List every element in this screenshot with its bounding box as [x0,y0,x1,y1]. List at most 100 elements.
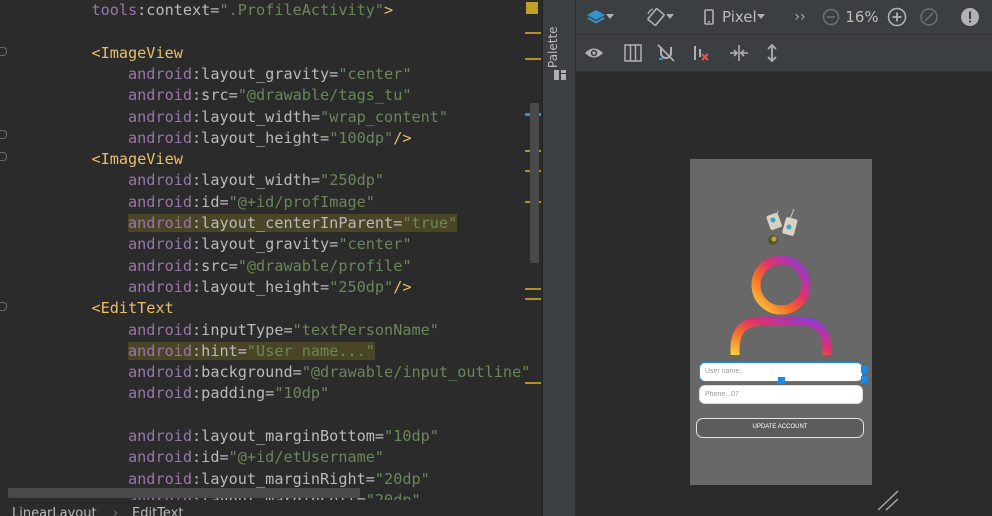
vertical-scrollbar[interactable] [530,103,539,263]
code-token: android [128,469,193,488]
code-token: tools [91,1,138,19]
code-editor[interactable]: tools:context=".ProfileActivity"> <Image… [0,0,542,516]
marker[interactable] [525,298,541,300]
resize-handle-icon[interactable] [876,489,900,511]
code-token: < [91,299,101,318]
code-text: android:src="@drawable/tags_tu" [128,86,411,104]
code-text: android:layout_gravity="center" [128,235,411,253]
blueprint-button[interactable] [621,42,645,64]
code-token: :layout_marginBottom= [192,427,385,445]
breadcrumb-linearlayout[interactable]: LinearLayout [12,500,97,516]
zoom-in-button[interactable] [886,6,908,28]
code-line[interactable]: android:layout_height="250dp"/> [0,277,411,298]
update-account-button[interactable]: UPDATE ACCOUNT [696,418,864,438]
selection-handle[interactable] [778,377,785,384]
code-line[interactable]: android:layout_gravity="center" [0,64,412,85]
phone-icon [704,9,714,25]
code-token: android [128,341,193,360]
code-text: android:layout_height="100dp"/> [128,129,411,147]
pack-horizontal-button[interactable] [727,42,751,64]
chevron-down-icon [666,14,674,19]
code-line[interactable]: <ImageView [0,43,182,64]
breadcrumb-edittext[interactable]: EditText [132,500,183,516]
orientation-button[interactable] [642,6,678,28]
code-text: android:layout_height="250dp"/> [128,278,411,296]
code-token: "@+id/etUsername" [228,448,385,467]
code-line[interactable]: android:layout_centerInParent="true" [0,213,458,234]
code-token: "10dp" [384,427,439,445]
marker[interactable] [525,58,541,60]
palette-tab[interactable]: Palette [546,18,574,68]
code-line[interactable]: android:src="@drawable/profile" [0,256,411,277]
code-line[interactable]: android:layout_marginBottom="10dp" [0,426,439,447]
code-line[interactable]: <EditText [0,298,173,319]
code-line[interactable]: <ImageView [0,149,183,170]
selection-handle[interactable] [861,376,868,383]
code-line[interactable]: android:inputType="textPersonName" [0,320,439,341]
code-token: "@drawable/tags_tu" [237,86,412,105]
device-preview[interactable]: User name.. Phone...07 UPDATE ACCOUNT [690,159,872,485]
code-line[interactable]: android:layout_height="100dp"/> [0,128,411,149]
code-line[interactable]: android:background="@drawable/input_outl… [0,362,530,383]
design-editor: Pixel ›› 16% User name.. Phone...07 UPDA… [576,0,992,516]
code-token: android [128,192,193,211]
code-line[interactable] [0,405,55,426]
issues-button[interactable] [958,6,982,28]
code-token: android [128,384,193,403]
code-line[interactable]: android:src="@drawable/tags_tu" [0,85,411,106]
phone-input[interactable]: Phone...07 [699,385,863,404]
design-surface-button[interactable] [582,6,618,28]
code-token: "center" [338,64,412,83]
code-text: android:background="@drawable/input_outl… [128,363,530,381]
code-line[interactable]: android:layout_gravity="center" [0,234,411,255]
marker[interactable] [525,382,541,384]
design-canvas[interactable]: User name.. Phone...07 UPDATE ACCOUNT [576,72,992,516]
more-toolbar-button[interactable]: ›› [790,6,810,28]
code-token: android [128,86,193,105]
code-line[interactable]: android:padding="10dp" [0,383,329,404]
rotate-icon [647,8,665,26]
pack-vertical-button[interactable] [760,42,784,64]
selection-handle[interactable] [861,366,868,373]
palette-icon[interactable] [553,68,567,82]
code-line[interactable]: android:layout_width="250dp" [0,170,384,191]
marker[interactable] [525,32,541,34]
view-options-button[interactable] [582,42,606,64]
marker[interactable] [525,288,541,290]
code-token: > [384,1,394,19]
code-line[interactable]: android:id="@+id/profImage" [0,192,375,213]
horizontal-scrollbar[interactable] [8,488,360,498]
code-token: android [128,107,193,126]
code-line[interactable]: android:layout_width="wrap_content" [0,107,448,128]
code-line[interactable] [0,21,55,42]
zoom-to-fit-button[interactable] [918,7,940,27]
code-text: android:layout_width="wrap_content" [128,108,448,126]
code-token: "@drawable/input_outline" [301,363,531,382]
username-hint: User name.. [705,368,744,375]
code-token: "250dp" [320,171,385,190]
warning-marker-icon[interactable] [526,2,538,14]
autoconnect-button[interactable] [654,42,678,64]
layout-toolbar [576,35,992,72]
align-horizontal-icon [730,45,748,61]
code-token: :layout_height= [192,128,330,147]
code-line[interactable]: android:id="@+id/etUsername" [0,447,384,468]
code-token: /> [393,128,412,147]
code-token: :layout_gravity= [192,64,339,83]
code-token: "true" [402,214,458,232]
code-token: ImageView [100,150,183,169]
device-selector[interactable]: Pixel [704,6,774,28]
code-token: android [128,235,193,254]
code-line[interactable]: tools:context=".ProfileActivity"> [0,0,393,21]
code-token: android [128,277,193,296]
zoom-out-button[interactable] [821,7,841,27]
code-line[interactable]: android:hint="User name..." [0,341,375,362]
clear-constraints-button[interactable] [689,42,713,64]
code-line[interactable]: android:layout_marginRight="20dp" [0,469,430,490]
